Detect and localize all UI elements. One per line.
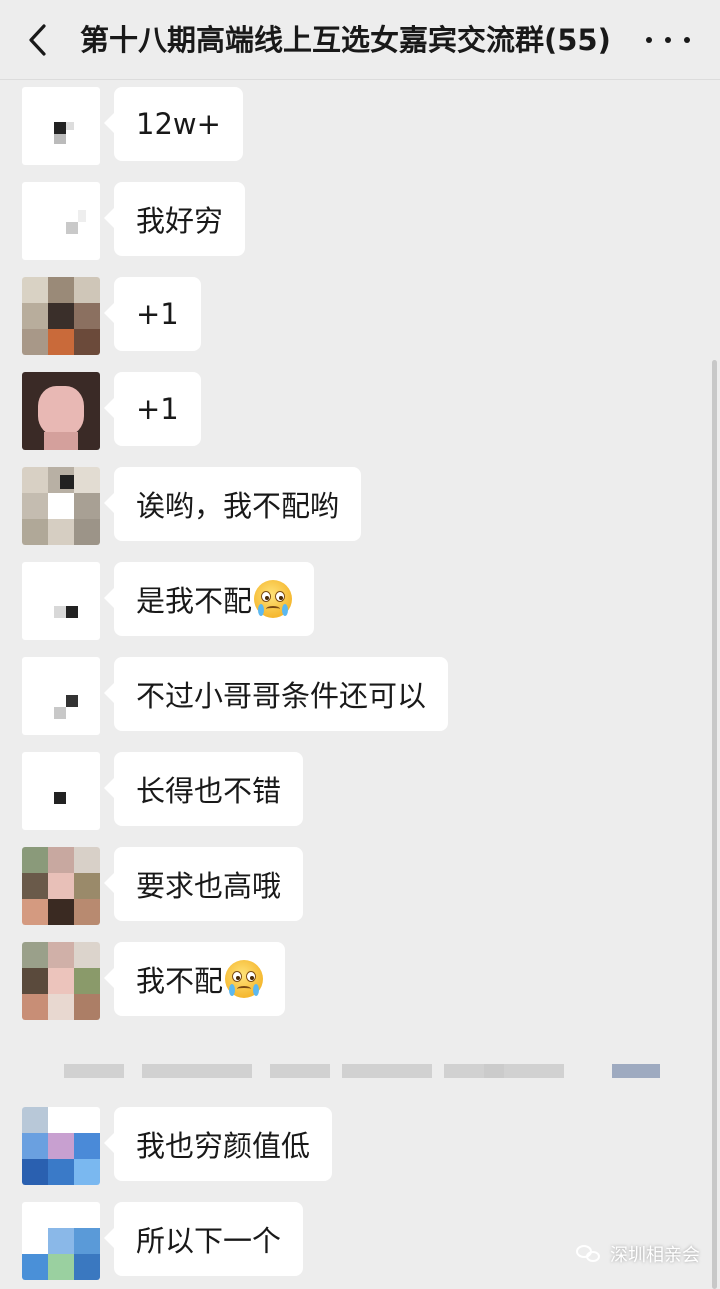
avatar[interactable] [22,277,100,355]
message-bubble[interactable]: 12w+ [104,87,243,161]
scrollbar[interactable] [712,360,717,1289]
message-text: 我好穷 [136,204,224,238]
avatar[interactable] [22,562,100,640]
avatar[interactable] [22,847,100,925]
message-text: 我也穷颜值低 [136,1129,311,1163]
system-notice [64,1052,694,1088]
avatar[interactable] [22,467,100,545]
avatar[interactable] [22,182,100,260]
message-bubble[interactable]: +1 [104,372,201,446]
crying-face-emoji [225,960,264,998]
message-bubble[interactable]: 要求也高哦 [103,847,304,921]
message-bubble[interactable]: 不过小哥哥条件还可以 [103,657,449,731]
message-bubble[interactable]: 诶哟，我不配哟 [103,467,362,541]
watermark: 深圳相亲会 [576,1234,700,1274]
message-bubble[interactable]: 长得也不错 [103,752,304,826]
wechat-icon [576,1243,604,1265]
avatar[interactable] [22,657,100,735]
chat-title: 第十八期高端线上互选女嘉宾交流群(55) [80,23,611,57]
message-bubble[interactable]: 我也穷颜值低 [103,1107,333,1181]
message-text: 是我不配 [136,584,253,618]
avatar[interactable] [22,752,100,830]
message-text: 长得也不错 [136,774,282,808]
avatar[interactable] [22,942,100,1020]
message-text: +1 [136,297,179,331]
watermark-text: 深圳相亲会 [610,1245,700,1266]
avatar[interactable] [22,87,100,165]
message-text: 我不配 [136,964,224,998]
message-text: 所以下一个 [136,1224,282,1258]
avatar[interactable] [22,1107,100,1185]
message-bubble[interactable]: 是我不配 [103,562,315,636]
message-text: 要求也高哦 [136,869,282,903]
message-text: 不过小哥哥条件还可以 [136,679,427,713]
avatar[interactable] [22,1202,100,1280]
message-text: 12w+ [136,107,221,141]
message-bubble[interactable]: 我好穷 [103,182,246,256]
more-dots-icon[interactable] [646,22,690,58]
chat-header: 第十八期高端线上互选女嘉宾交流群(55) [0,0,720,80]
message-text: +1 [136,392,179,426]
message-bubble[interactable]: 我不配 [103,942,286,1016]
chevron-left-icon[interactable] [20,22,56,58]
crying-face-emoji [254,580,293,618]
message-text: 诶哟，我不配哟 [136,489,340,523]
avatar[interactable] [22,372,100,450]
message-bubble[interactable]: 所以下一个 [103,1202,304,1276]
message-bubble[interactable]: +1 [104,277,201,351]
